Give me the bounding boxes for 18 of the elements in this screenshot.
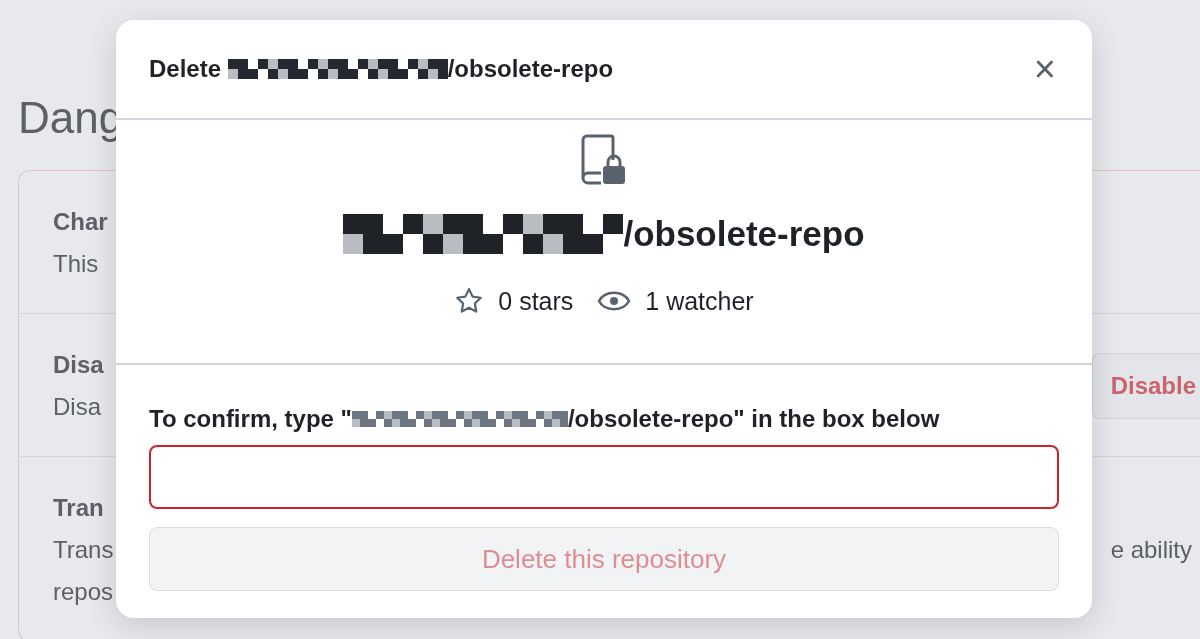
setting-description: This [53, 249, 99, 279]
setting-description: Disa [53, 392, 101, 422]
setting-title: Char [53, 207, 108, 237]
stat-count: 0 stars [498, 285, 574, 317]
confirm-input[interactable] [149, 445, 1059, 509]
dialog-title: /obsolete-repo [447, 54, 614, 84]
setting-title: Tran [53, 493, 104, 523]
dialog-title: Delete [149, 54, 223, 84]
setting-description: Trans [53, 535, 114, 565]
setting-title: Disa [53, 350, 104, 380]
repo-name: /obsolete-repo [623, 213, 865, 255]
stat-count: 1 watcher [645, 285, 754, 317]
disable-button[interactable]: Disable [1091, 353, 1200, 419]
confirm-label: /obsolete-repo" in the box below [567, 404, 940, 434]
close-button[interactable]: × [1027, 50, 1062, 88]
setting-description: e ability [1110, 535, 1192, 565]
confirm-label: To confirm, type " [149, 404, 352, 434]
setting-description: repos [53, 577, 114, 607]
